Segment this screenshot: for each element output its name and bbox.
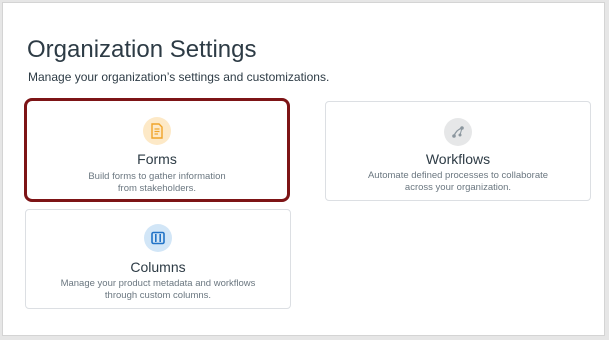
columns-icon bbox=[144, 224, 172, 252]
workflow-branch-icon bbox=[444, 118, 472, 146]
page-subtitle: Manage your organization’s settings and … bbox=[28, 70, 330, 84]
columns-card-description-line: Manage your product metadata and workflo… bbox=[60, 278, 256, 289]
columns-card-description-line: through custom columns. bbox=[104, 290, 212, 301]
workflows-card-description-line: across your organization. bbox=[404, 182, 512, 193]
workflows-card-description-line: Automate defined processes to collaborat… bbox=[367, 170, 549, 181]
forms-card-title: Forms bbox=[137, 151, 177, 167]
workflows-card[interactable]: Workflows Automate defined processes to … bbox=[325, 101, 591, 201]
forms-card-description-line: from stakeholders. bbox=[117, 183, 197, 194]
columns-card[interactable]: Columns Manage your product metadata and… bbox=[25, 209, 291, 309]
form-document-icon bbox=[143, 117, 171, 145]
page-title: Organization Settings bbox=[27, 36, 257, 63]
columns-card-title: Columns bbox=[130, 259, 186, 275]
workflows-card-description: Automate defined processes to collaborat… bbox=[326, 170, 590, 194]
workflows-card-title: Workflows bbox=[425, 151, 491, 167]
forms-card[interactable]: Forms Build forms to gather information … bbox=[24, 98, 290, 202]
settings-panel: Organization Settings Manage your organi… bbox=[2, 2, 605, 336]
forms-card-description: Build forms to gather information from s… bbox=[27, 171, 287, 195]
forms-card-description-line: Build forms to gather information bbox=[88, 171, 226, 182]
columns-card-description: Manage your product metadata and workflo… bbox=[26, 278, 290, 302]
